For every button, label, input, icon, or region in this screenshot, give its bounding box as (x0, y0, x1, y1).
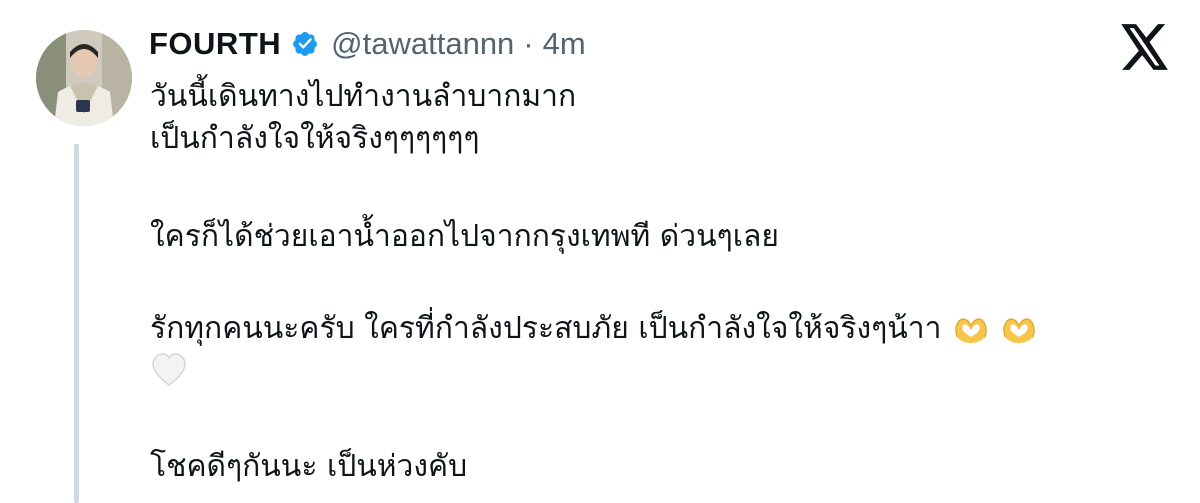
display-name[interactable]: FOURTH (149, 26, 281, 62)
thread-connector-line (74, 144, 79, 503)
avatar-image (36, 30, 132, 126)
heart-hands-emoji (1001, 315, 1037, 345)
verified-badge-icon (291, 30, 319, 58)
avatar[interactable] (36, 30, 132, 126)
tweet-text-line-1: วันนี้เดินทางไปทำงานลำบากมาก (150, 79, 577, 114)
tweet-header: FOURTH @tawattannn · 4m (149, 22, 586, 66)
x-logo-icon[interactable] (1120, 24, 1170, 70)
user-handle[interactable]: @tawattannn (331, 26, 514, 62)
tweet-text-line-4-row: รักทุกคนนะครับ ใครที่กำลังประสบภัย เป็นก… (150, 308, 1037, 350)
tweet-text-line-5: โชคดีๆกันนะ เป็นห่วงคับ (150, 449, 468, 484)
white-heart-emoji (150, 352, 188, 388)
tweet-text-line-3: ใครก็ได้ช่วยเอาน้ำออกไปจากกรุงเทพที ด่วน… (150, 219, 779, 254)
separator-dot: · (523, 26, 534, 61)
timestamp[interactable]: 4m (543, 26, 586, 62)
tweet-text-line-2: เป็นกำลังใจให้จริงๆๆๆๆๆๆ (150, 121, 480, 156)
tweet-text-line-4: รักทุกคนนะครับ ใครที่กำลังประสบภัย เป็นก… (150, 311, 942, 346)
heart-hands-emoji (953, 315, 989, 345)
